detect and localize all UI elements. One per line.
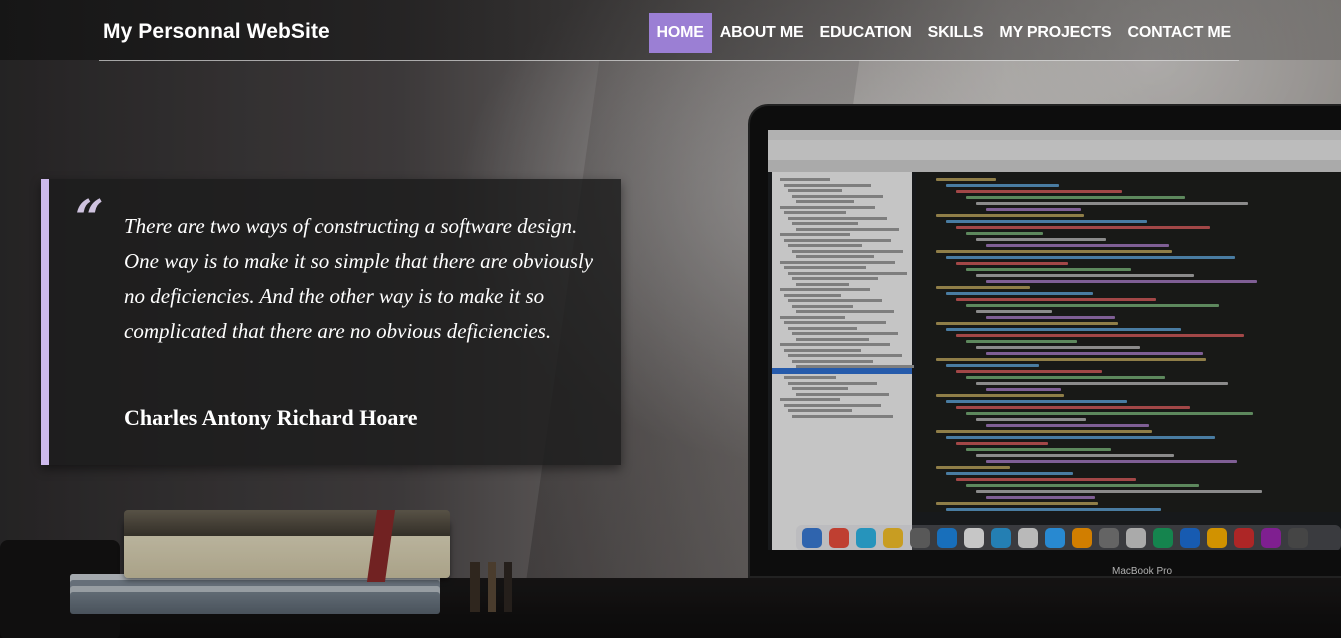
nav-item-skills[interactable]: SKILLS bbox=[920, 13, 992, 53]
nav-item-my-projects[interactable]: MY PROJECTS bbox=[991, 13, 1119, 53]
quote-mark-icon: “ bbox=[75, 188, 104, 247]
nav-menu: HOME ABOUT ME EDUCATION SKILLS MY PROJEC… bbox=[648, 13, 1239, 53]
nav-item-education[interactable]: EDUCATION bbox=[811, 13, 919, 53]
navbar-inner: My Personnal WebSite HOME ABOUT ME EDUCA… bbox=[99, 0, 1239, 61]
nav-item-home[interactable]: HOME bbox=[648, 13, 712, 53]
nav-item-about-me[interactable]: ABOUT ME bbox=[712, 13, 812, 53]
quote-author: Charles Antony Richard Hoare bbox=[124, 405, 418, 430]
quote-text: There are two ways of constructing a sof… bbox=[124, 214, 594, 343]
site-brand[interactable]: My Personnal WebSite bbox=[103, 20, 330, 44]
navbar: My Personnal WebSite HOME ABOUT ME EDUCA… bbox=[0, 0, 1341, 61]
nav-item-contact-me[interactable]: CONTACT ME bbox=[1120, 13, 1239, 53]
quote-card: “ There are two ways of constructing a s… bbox=[41, 179, 621, 465]
